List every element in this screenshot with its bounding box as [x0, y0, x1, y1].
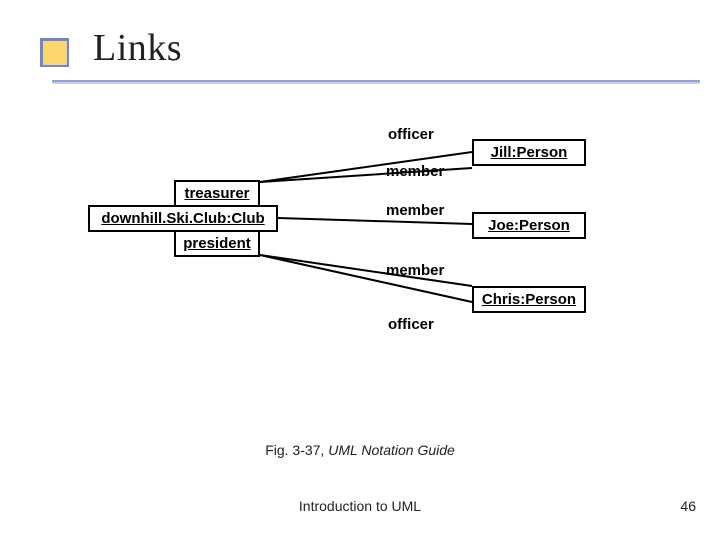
header-rule: [52, 80, 700, 82]
node-label: president: [183, 235, 251, 252]
bullet-icon: [40, 38, 69, 67]
node-club: downhill.Ski.Club:Club: [88, 205, 278, 232]
caption-prefix: Fig. 3-37,: [265, 442, 328, 458]
page-number: 46: [680, 498, 696, 514]
role-label: officer: [388, 126, 434, 143]
role-label: member: [386, 163, 444, 180]
role-label: member: [386, 202, 444, 219]
node-label: Joe:Person: [488, 217, 570, 234]
role-label: member: [386, 262, 444, 279]
links-diagram: downhill.Ski.Club:Club treasurer preside…: [88, 108, 636, 392]
role-label: officer: [388, 316, 434, 333]
node-joe: Joe:Person: [472, 212, 586, 239]
node-label: Jill:Person: [491, 144, 568, 161]
caption-italic: UML Notation Guide: [328, 442, 455, 458]
figure-caption: Fig. 3-37, UML Notation Guide: [0, 442, 720, 458]
node-label: treasurer: [184, 185, 249, 202]
node-treasurer: treasurer: [174, 180, 260, 207]
node-president: president: [174, 230, 260, 257]
node-jill: Jill:Person: [472, 139, 586, 166]
page-title: Links: [93, 26, 182, 70]
footer-text: Introduction to UML: [0, 498, 720, 514]
node-chris: Chris:Person: [472, 286, 586, 313]
node-label: downhill.Ski.Club:Club: [101, 210, 264, 227]
node-label: Chris:Person: [482, 291, 576, 308]
